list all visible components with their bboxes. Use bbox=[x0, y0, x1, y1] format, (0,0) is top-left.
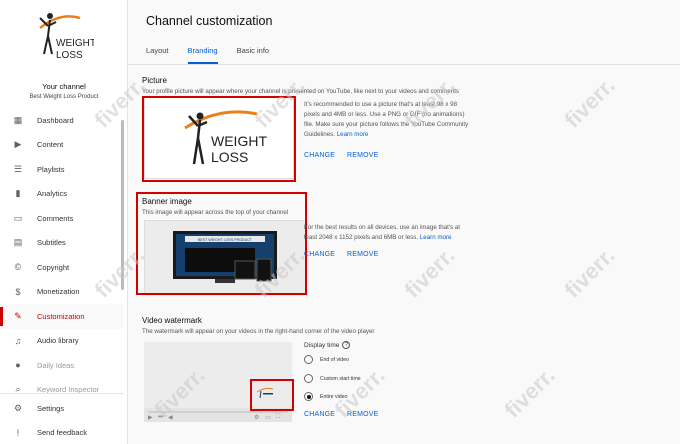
help-icon[interactable]: ? bbox=[342, 341, 351, 349]
sidebar-item-copyright[interactable]: © Copyright bbox=[0, 255, 124, 280]
sidebar-item-dashboard[interactable]: ▦ Dashboard bbox=[0, 108, 124, 133]
display-time-option-end-of-video[interactable]: End of video bbox=[304, 355, 349, 364]
radio-button[interactable] bbox=[304, 374, 313, 383]
analytics-icon: ▮ bbox=[15, 188, 21, 199]
video-progress-bar[interactable] bbox=[148, 411, 288, 413]
sidebar-item-subtitles[interactable]: ▤ Subtitles bbox=[0, 231, 124, 256]
copyright-icon: © bbox=[14, 262, 22, 273]
sidebar-item-label: Send feedback bbox=[37, 428, 88, 438]
banner-highlight-box bbox=[136, 192, 307, 295]
fullscreen-icon[interactable]: ⛶ bbox=[276, 414, 280, 421]
radio-button[interactable] bbox=[304, 392, 313, 401]
radio-label: End of video bbox=[320, 356, 349, 363]
sidebar-item-label: Analytics bbox=[37, 189, 68, 199]
content-icon: ▶ bbox=[14, 139, 22, 150]
tab-basic-info[interactable]: Basic info bbox=[237, 40, 270, 64]
subtitles-icon: ▤ bbox=[13, 237, 23, 248]
tab-branding[interactable]: Branding bbox=[187, 40, 218, 64]
miniplayer-icon[interactable]: ▭ bbox=[265, 414, 271, 421]
sidebar-item-content[interactable]: ▶ Content bbox=[0, 133, 124, 158]
dashboard-icon: ▦ bbox=[13, 114, 23, 125]
display-time-label: Display time ? bbox=[304, 341, 351, 349]
channel-logo[interactable]: WEIGHT LOSS bbox=[30, 6, 94, 76]
display-time-option-custom-start-time[interactable]: Custom start time bbox=[304, 374, 361, 383]
your-channel-label: Your channel bbox=[42, 82, 86, 91]
sidebar-item-settings[interactable]: ⚙ Settings bbox=[0, 396, 124, 421]
picture-recommendation: It's recommended to use a picture that's… bbox=[304, 100, 472, 140]
banner-change-button[interactable]: CHANGE bbox=[304, 251, 335, 258]
banner-remove-button[interactable]: REMOVE bbox=[347, 251, 379, 258]
watermark-change-button[interactable]: CHANGE bbox=[304, 411, 335, 418]
sidebar-item-label: Copyright bbox=[37, 262, 70, 272]
sidebar-item-label: Audio library bbox=[37, 336, 79, 346]
sidebar: WEIGHT LOSS Your channel Best Weight Los… bbox=[0, 0, 128, 444]
sidebar-item-label: Daily Ideas bbox=[37, 360, 75, 370]
page-title: Channel customization bbox=[146, 14, 273, 28]
radio-button[interactable] bbox=[304, 355, 313, 364]
svg-text:LOSS: LOSS bbox=[56, 50, 83, 61]
settings-icon: ⚙ bbox=[13, 402, 23, 413]
display-time-option-entire-video[interactable]: Entire video bbox=[304, 392, 347, 401]
tabs-divider bbox=[128, 64, 680, 65]
display-time-text: Display time bbox=[304, 341, 340, 349]
sidebar-item-comments[interactable]: ▭ Comments bbox=[0, 206, 124, 231]
monetization-icon: $ bbox=[15, 286, 21, 297]
sidebar-item-label: Content bbox=[37, 140, 64, 150]
sidebar-scrollbar[interactable] bbox=[121, 120, 124, 290]
sidebar-item-label: Customization bbox=[37, 311, 85, 321]
daily-ideas-icon: ● bbox=[15, 360, 21, 371]
play-icon[interactable]: ▶ bbox=[148, 414, 153, 421]
playlists-icon: ☰ bbox=[13, 163, 23, 174]
sidebar-item-label: Comments bbox=[37, 213, 74, 223]
sidebar-bottom-nav: ⚙ Settings! Send feedback bbox=[0, 393, 124, 444]
tab-layout[interactable]: Layout bbox=[146, 40, 169, 64]
comments-icon: ▭ bbox=[13, 212, 23, 223]
sidebar-item-label: Monetization bbox=[37, 287, 80, 297]
radio-label: Custom start time bbox=[320, 375, 361, 382]
picture-change-button[interactable]: CHANGE bbox=[304, 152, 335, 159]
watermark-section-desc: The watermark will appear on your videos… bbox=[142, 328, 375, 335]
channel-name[interactable]: Best Weight Loss Product bbox=[0, 94, 128, 100]
sidebar-item-analytics[interactable]: ▮ Analytics bbox=[0, 182, 124, 207]
picture-learn-more-link[interactable]: Learn more bbox=[337, 131, 369, 138]
sidebar-item-playlists[interactable]: ☰ Playlists bbox=[0, 157, 124, 182]
radio-label: Entire video bbox=[320, 393, 348, 400]
sidebar-item-label: Playlists bbox=[37, 164, 65, 174]
sidebar-item-daily-ideas[interactable]: ● Daily Ideas bbox=[0, 353, 124, 378]
watermark-highlight-box bbox=[250, 379, 294, 411]
next-icon[interactable]: ⏭ bbox=[158, 414, 163, 421]
sidebar-item-label: Dashboard bbox=[37, 115, 74, 125]
picture-section-title: Picture bbox=[142, 76, 167, 85]
feedback-icon: ! bbox=[16, 427, 20, 438]
picture-section-desc: Your profile picture will appear where y… bbox=[142, 88, 460, 95]
tab-bar: Layout Branding Basic info bbox=[146, 40, 288, 64]
volume-icon[interactable]: ◀ bbox=[168, 414, 173, 421]
sidebar-item-monetization[interactable]: $ Monetization bbox=[0, 280, 124, 305]
sidebar-nav: ▦ Dashboard ▶ Content ☰ Playlists ▮ Analytics ▭ C… bbox=[0, 108, 124, 402]
svg-text:WEIGHT: WEIGHT bbox=[56, 38, 94, 49]
main-content: Channel customization Layout Branding Basi… bbox=[128, 0, 680, 444]
banner-learn-more-link[interactable]: Learn more bbox=[420, 234, 452, 241]
sidebar-item-label: Settings bbox=[37, 403, 65, 413]
watermark-remove-button[interactable]: REMOVE bbox=[347, 411, 379, 418]
sidebar-item-customization[interactable]: ✎ Customization bbox=[0, 304, 124, 329]
picture-note-text: It's recommended to use a picture that's… bbox=[304, 101, 469, 138]
settings-gear-icon[interactable]: ⚙ bbox=[254, 414, 259, 421]
audio-library-icon: ♫ bbox=[14, 335, 22, 346]
picture-highlight-box bbox=[142, 96, 296, 182]
sidebar-item-send-feedback[interactable]: ! Send feedback bbox=[0, 421, 124, 444]
sidebar-item-audio-library[interactable]: ♫ Audio library bbox=[0, 329, 124, 354]
sidebar-item-label: Subtitles bbox=[37, 238, 66, 248]
banner-recommendation: For the best results on all devices, use… bbox=[304, 223, 472, 243]
picture-remove-button[interactable]: REMOVE bbox=[347, 152, 379, 159]
customization-icon: ✎ bbox=[14, 310, 22, 321]
watermark-section-title: Video watermark bbox=[142, 316, 202, 325]
